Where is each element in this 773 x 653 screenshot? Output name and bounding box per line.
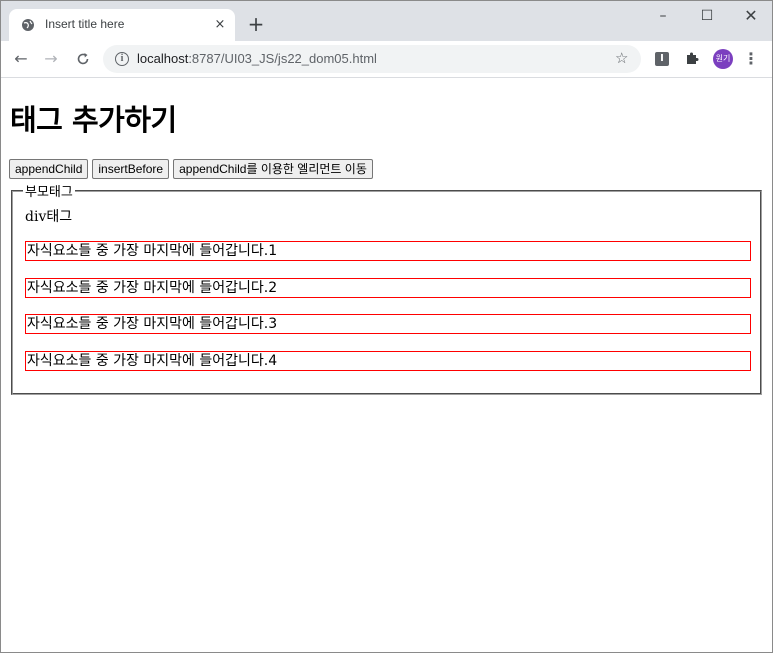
puzzle-icon[interactable] xyxy=(683,49,701,67)
browser-toolbar: ← → i localhost:8787/UI03_JS/js22_dom05.… xyxy=(1,41,772,78)
tab-title: Insert title here xyxy=(45,17,125,31)
new-tab-button[interactable]: + xyxy=(245,13,267,35)
url-text: localhost:8787/UI03_JS/js22_dom05.html xyxy=(137,51,377,66)
url-host: localhost xyxy=(137,51,189,66)
forward-arrow-icon[interactable]: → xyxy=(39,47,63,71)
globe-icon xyxy=(22,19,34,31)
bookmark-star-icon[interactable]: ☆ xyxy=(615,49,628,67)
child-element: 자식요소들 중 가장 마지막에 들어갑니다.4 xyxy=(25,351,751,371)
browser-window: Insert title here × + – ☐ ✕ ← → i localh… xyxy=(0,0,773,653)
address-bar[interactable]: i localhost:8787/UI03_JS/js22_dom05.html… xyxy=(103,45,641,73)
page-title: 태그 추가하기 xyxy=(10,103,177,137)
browser-tab[interactable]: Insert title here × xyxy=(9,9,235,41)
extension-icon[interactable]: I xyxy=(655,52,669,66)
div-tag-text: div태그 xyxy=(25,209,73,225)
window-close-button[interactable]: ✕ xyxy=(729,3,772,31)
move-element-button[interactable]: appendChild를 이용한 엘리먼트 이동 xyxy=(173,159,373,179)
back-arrow-icon[interactable]: ← xyxy=(9,47,33,71)
avatar[interactable]: 원기 xyxy=(713,49,733,69)
minimize-button[interactable]: – xyxy=(641,3,685,31)
child-element: 자식요소들 중 가장 마지막에 들어갑니다.1 xyxy=(25,241,751,261)
page-content: 태그 추가하기 appendChild insertBefore appendC… xyxy=(1,78,772,652)
parent-fieldset: 부모태그 div태그 자식요소들 중 가장 마지막에 들어갑니다.1 자식요소들… xyxy=(11,181,762,395)
fieldset-legend: 부모태그 xyxy=(23,181,75,200)
tab-strip: Insert title here × + – ☐ ✕ xyxy=(1,1,772,41)
reload-icon[interactable] xyxy=(71,47,95,71)
button-row: appendChild insertBefore appendChild를 이용… xyxy=(9,159,373,179)
insert-before-button[interactable]: insertBefore xyxy=(92,159,170,179)
info-icon[interactable]: i xyxy=(115,52,129,66)
child-element: 자식요소들 중 가장 마지막에 들어갑니다.3 xyxy=(25,314,751,334)
url-path: :8787/UI03_JS/js22_dom05.html xyxy=(188,51,377,66)
kebab-menu-icon[interactable]: ⋮ xyxy=(743,49,759,69)
child-element: 자식요소들 중 가장 마지막에 들어갑니다.2 xyxy=(25,278,751,298)
append-child-button[interactable]: appendChild xyxy=(9,159,89,179)
maximize-button[interactable]: ☐ xyxy=(685,3,729,31)
close-icon[interactable]: × xyxy=(211,16,229,34)
